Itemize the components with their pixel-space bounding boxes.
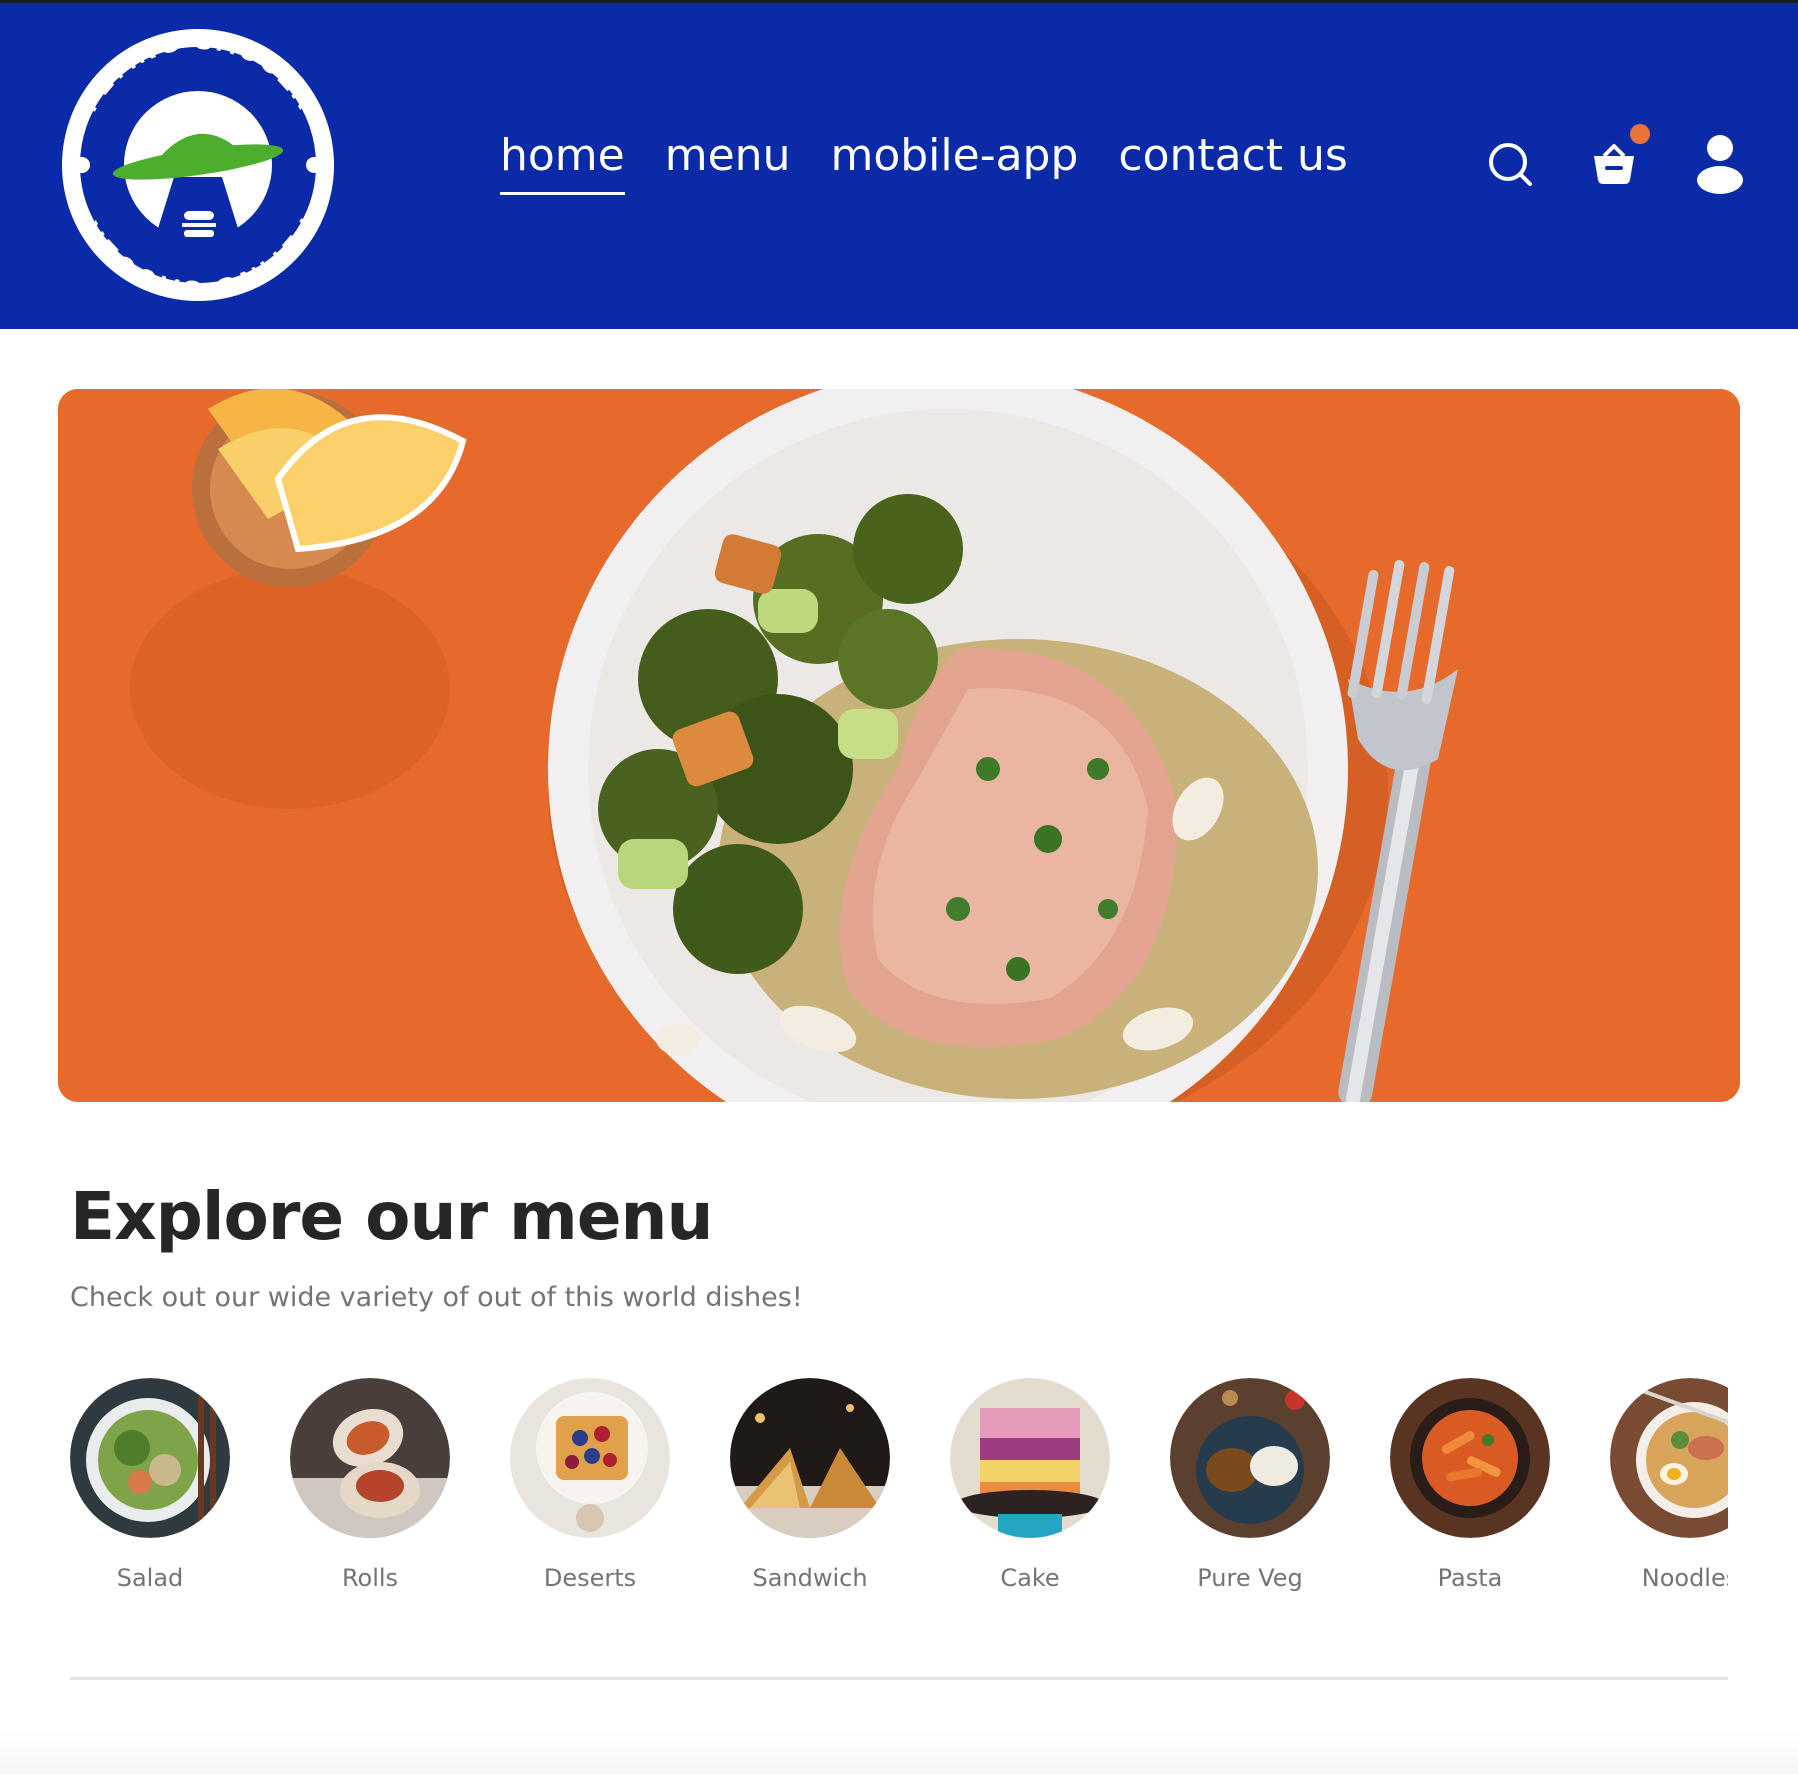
main-nav: home menu mobile-app contact us bbox=[500, 128, 1348, 204]
hero-food-photo bbox=[58, 389, 1740, 1102]
nav-contact-us[interactable]: contact us bbox=[1118, 128, 1347, 192]
menu-category-label: Pure Veg bbox=[1197, 1564, 1303, 1592]
site-header: FLYING SAUCER FLYING SAUCER home menu mo… bbox=[0, 0, 1798, 329]
menu-category-pure-veg[interactable]: Pure Veg bbox=[1170, 1378, 1330, 1592]
cake-image bbox=[950, 1378, 1110, 1538]
nav-menu[interactable]: menu bbox=[665, 128, 791, 192]
nav-mobile-app[interactable]: mobile-app bbox=[830, 128, 1078, 192]
flying-saucer-logo[interactable]: FLYING SAUCER FLYING SAUCER bbox=[60, 27, 336, 303]
deserts-image bbox=[510, 1378, 670, 1538]
menu-category-sandwich[interactable]: Sandwich bbox=[730, 1378, 890, 1592]
menu-category-label: Salad bbox=[116, 1564, 184, 1592]
basket-icon[interactable] bbox=[1586, 136, 1642, 192]
profile-icon[interactable] bbox=[1690, 132, 1750, 194]
menu-category-label: Rolls bbox=[341, 1564, 399, 1592]
menu-category-label: Sandwich bbox=[752, 1564, 868, 1592]
menu-category-label: Cake bbox=[1000, 1564, 1060, 1592]
sandwich-image bbox=[730, 1378, 890, 1538]
search-icon[interactable] bbox=[1482, 136, 1538, 192]
noodles-image bbox=[1610, 1378, 1728, 1538]
nav-home[interactable]: home bbox=[500, 128, 625, 195]
section-divider bbox=[70, 1677, 1728, 1680]
explore-menu-title: Explore our menu bbox=[70, 1178, 714, 1255]
menu-category-label: Deserts bbox=[543, 1564, 637, 1592]
menu-category-cake[interactable]: Cake bbox=[950, 1378, 1110, 1592]
menu-category-pasta[interactable]: Pasta bbox=[1390, 1378, 1550, 1592]
pure-veg-image bbox=[1170, 1378, 1330, 1538]
menu-category-label: Pasta bbox=[1437, 1564, 1503, 1592]
rolls-image bbox=[290, 1378, 450, 1538]
menu-category-label: Noodles bbox=[1641, 1564, 1728, 1592]
header-top-border bbox=[0, 0, 1798, 3]
page-bottom-shade bbox=[0, 1730, 1798, 1774]
menu-category-noodles[interactable]: Noodles bbox=[1610, 1378, 1728, 1592]
pasta-image bbox=[1390, 1378, 1550, 1538]
menu-category-salad[interactable]: Salad bbox=[70, 1378, 230, 1592]
explore-menu-subtitle: Check out our wide variety of out of thi… bbox=[70, 1282, 803, 1313]
menu-category-deserts[interactable]: Deserts bbox=[510, 1378, 670, 1592]
menu-category-rolls[interactable]: Rolls bbox=[290, 1378, 450, 1592]
salad-image bbox=[70, 1378, 230, 1538]
cart-notification-dot bbox=[1630, 124, 1650, 144]
menu-category-list: Salad Rolls Deserts Sandwich Cake Pure V… bbox=[70, 1378, 1728, 1600]
hero-banner bbox=[58, 389, 1740, 1102]
